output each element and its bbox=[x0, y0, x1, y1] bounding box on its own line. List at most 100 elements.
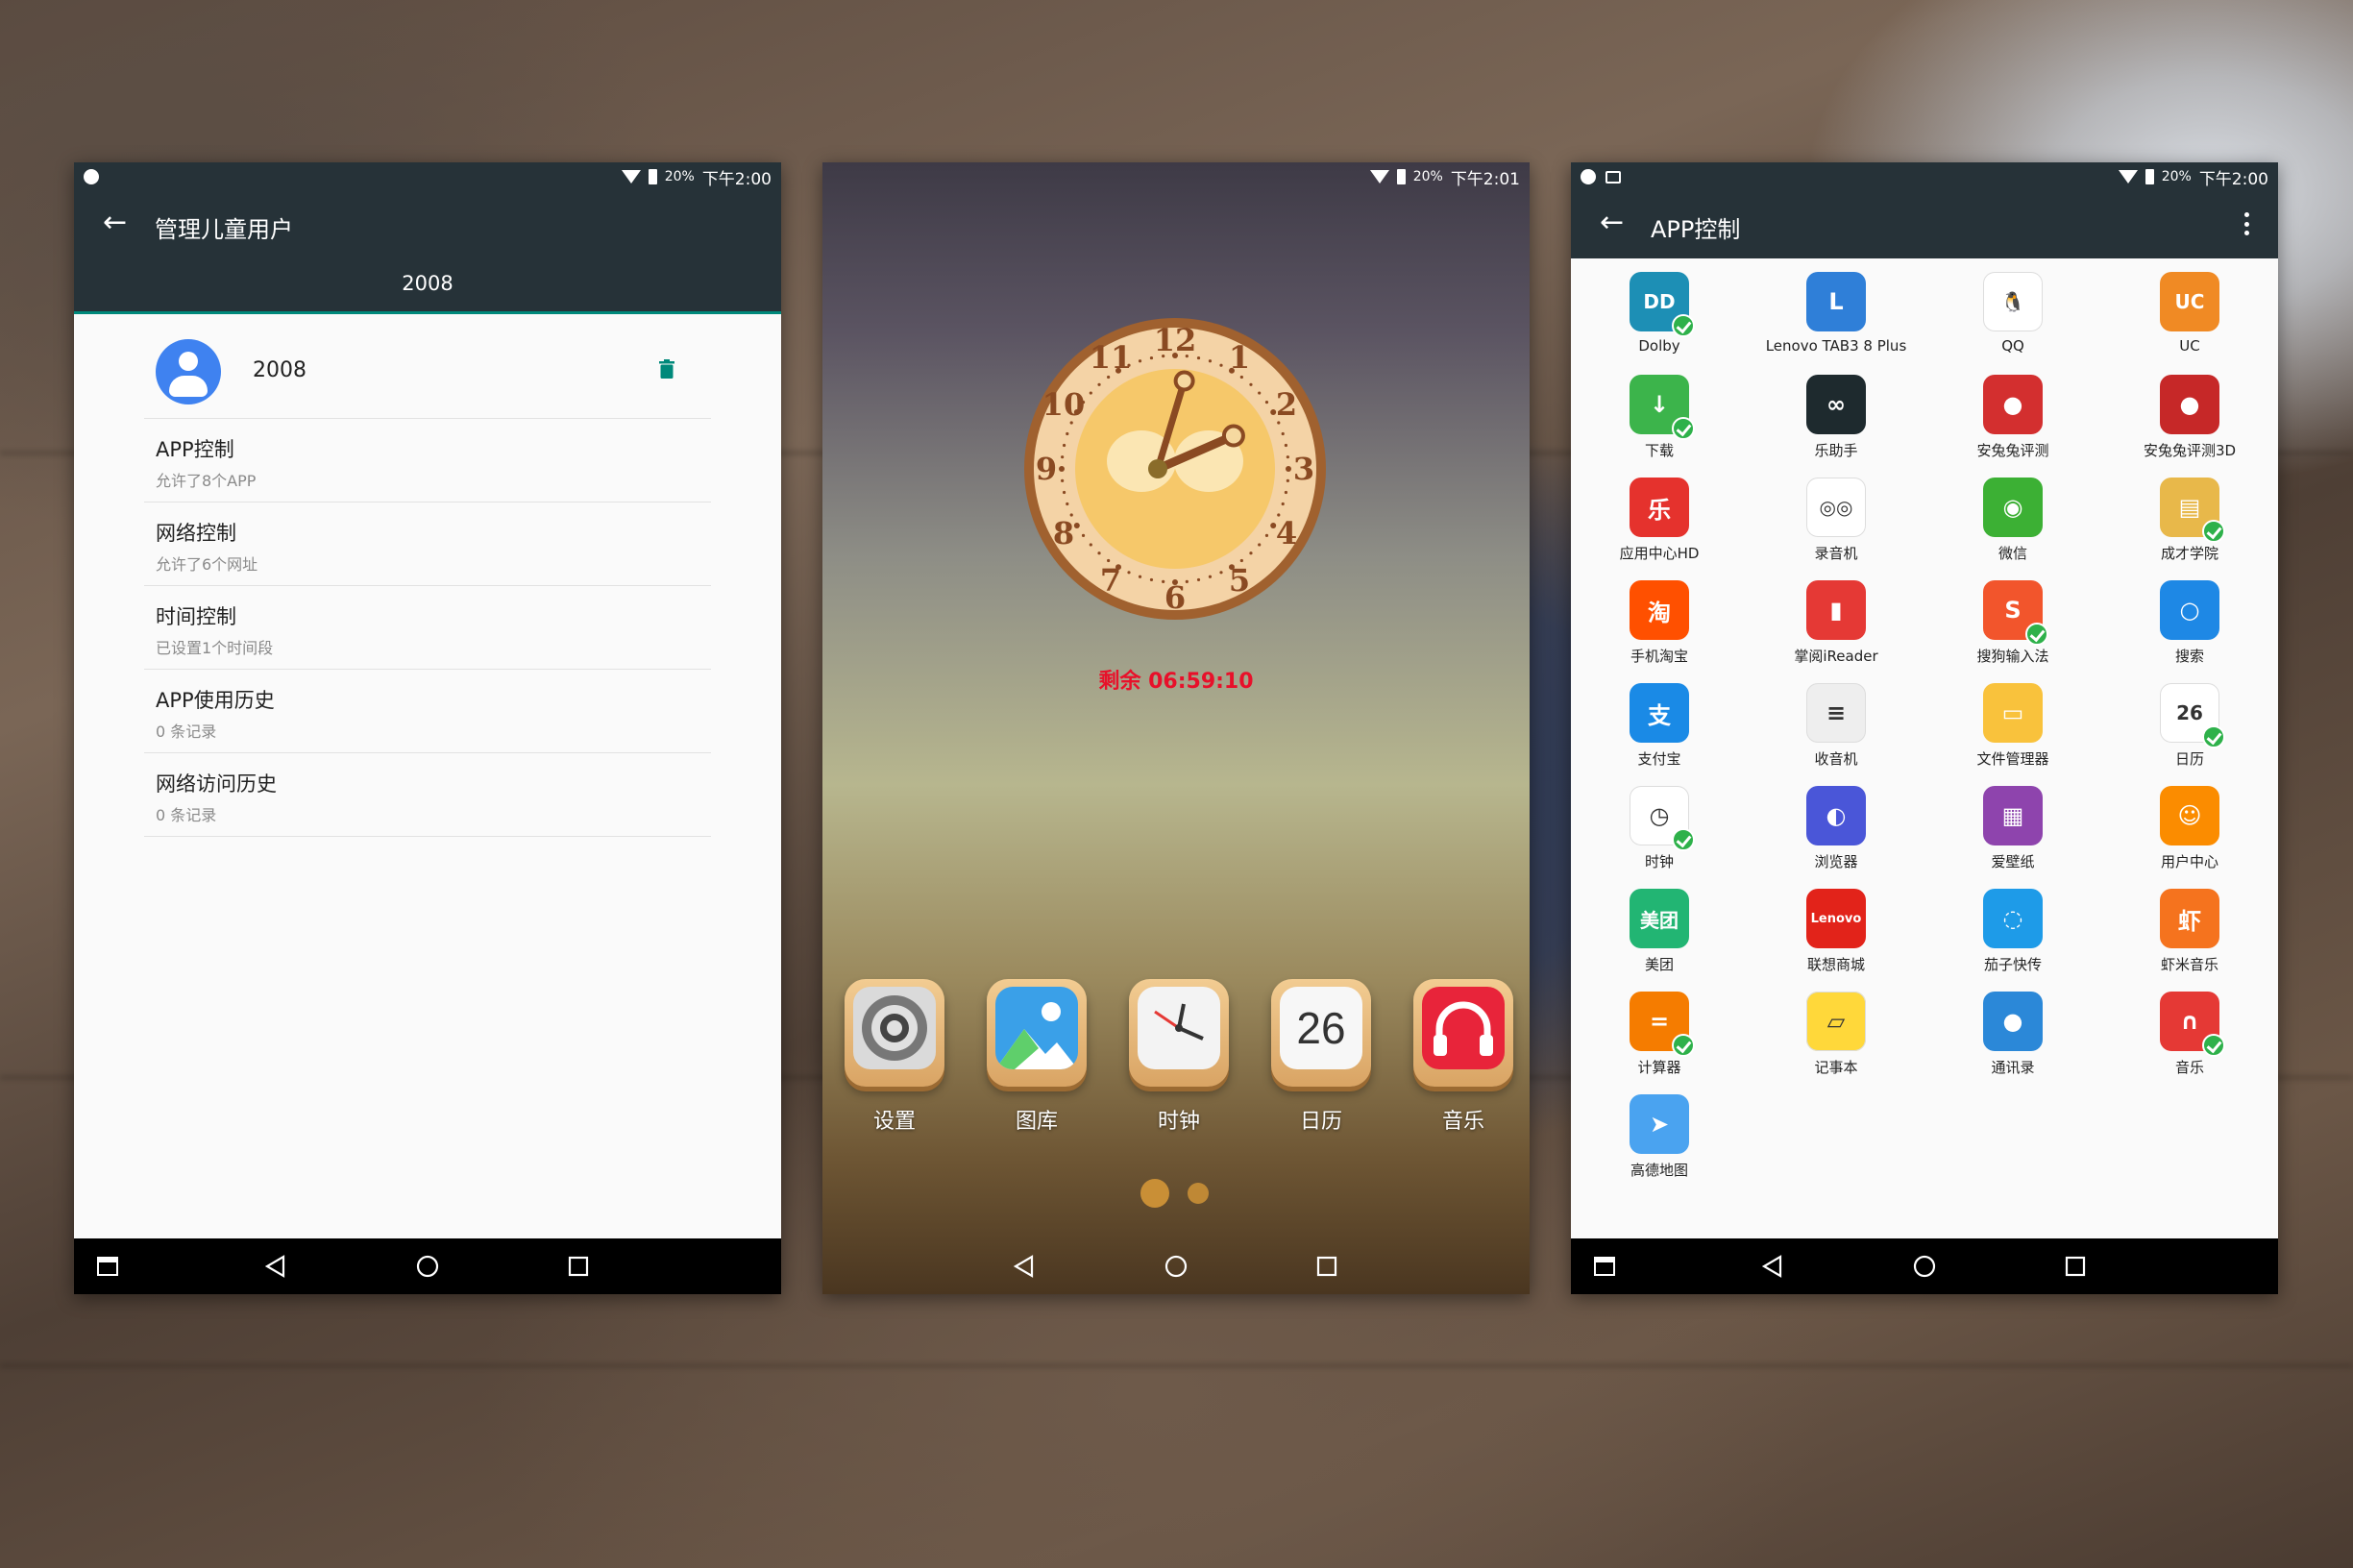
home-icon[interactable] bbox=[413, 1252, 442, 1281]
clock-tick bbox=[1281, 431, 1285, 436]
multiwindow-icon[interactable] bbox=[93, 1252, 122, 1281]
page-title: APP控制 bbox=[1651, 216, 1741, 243]
clock-tick bbox=[1239, 375, 1243, 380]
app-label: 计算器 bbox=[1637, 1059, 1681, 1076]
clock-tick bbox=[1196, 577, 1201, 582]
app-glyph: ➤ bbox=[1649, 1111, 1670, 1138]
back-arrow-icon[interactable]: ← bbox=[103, 208, 127, 237]
dock-app-gallery[interactable]: 图库 bbox=[984, 979, 1090, 1135]
more-options-icon[interactable] bbox=[2244, 212, 2249, 235]
clock-tick bbox=[1062, 443, 1066, 448]
menu-app-control[interactable]: APP控制 允许了8个APP bbox=[144, 419, 711, 502]
page-indicator-active[interactable] bbox=[1140, 1179, 1169, 1208]
app-item[interactable]: ● 安兔兔评测3D bbox=[2101, 367, 2278, 470]
home-icon[interactable] bbox=[1910, 1252, 1939, 1281]
multiwindow-icon[interactable] bbox=[1590, 1252, 1619, 1281]
app-label: 支付宝 bbox=[1637, 750, 1681, 768]
back-icon[interactable] bbox=[261, 1252, 290, 1281]
app-item[interactable]: ≡ 收音机 bbox=[1748, 675, 1924, 778]
battery-icon bbox=[2145, 169, 2154, 184]
delete-icon[interactable] bbox=[659, 359, 674, 379]
allowed-check-icon bbox=[1672, 417, 1695, 440]
app-item[interactable]: 淘手机淘宝 bbox=[1571, 573, 1748, 675]
clock-tick bbox=[1061, 455, 1065, 459]
app-item[interactable]: 支支付宝 bbox=[1571, 675, 1748, 778]
app-glyph: S bbox=[2004, 597, 2022, 624]
app-item[interactable]: 美团 美团 bbox=[1571, 881, 1748, 984]
app-item[interactable]: 26 日历 bbox=[2101, 675, 2278, 778]
clock-tick bbox=[1097, 551, 1101, 555]
clock-numeral: 1 bbox=[1229, 339, 1250, 376]
page-indicator[interactable] bbox=[1188, 1183, 1209, 1204]
recents-icon[interactable] bbox=[2061, 1252, 2090, 1281]
tab-user-2008[interactable]: 2008 bbox=[74, 272, 781, 295]
app-item[interactable]: 虾虾米音乐 bbox=[2101, 881, 2278, 984]
app-glyph: ∩ bbox=[2180, 1008, 2199, 1035]
app-label: 微信 bbox=[1998, 545, 2027, 562]
app-item[interactable]: ◉ 微信 bbox=[1924, 470, 2101, 573]
app-item[interactable]: ● 通讯录 bbox=[1924, 984, 2101, 1087]
app-item[interactable]: ○ 搜索 bbox=[2101, 573, 2278, 675]
clock-numeral: 11 bbox=[1090, 339, 1133, 376]
recents-icon[interactable] bbox=[1312, 1252, 1341, 1281]
dock-app-settings[interactable]: 设置 bbox=[842, 979, 947, 1135]
back-icon[interactable] bbox=[1010, 1252, 1039, 1281]
app-icon: ≡ bbox=[1806, 683, 1866, 743]
app-item[interactable]: Lenovo 联想商城 bbox=[1748, 881, 1924, 984]
app-label: 虾米音乐 bbox=[2160, 956, 2218, 973]
app-glyph: 乐 bbox=[1648, 496, 1671, 524]
dock-app-calendar[interactable]: 26 日历 bbox=[1268, 979, 1374, 1135]
clock-tick bbox=[1219, 363, 1223, 367]
app-item[interactable]: L Lenovo TAB3 8 Plus bbox=[1748, 264, 1924, 367]
dock-label: 设置 bbox=[872, 1110, 916, 1134]
menu-network-control[interactable]: 网络控制 允许了6个网址 bbox=[144, 502, 711, 586]
app-glyph: ◐ bbox=[1826, 802, 1847, 829]
app-item[interactable]: 🐧 QQ bbox=[1924, 264, 2101, 367]
app-item[interactable]: ▤ 成才学院 bbox=[2101, 470, 2278, 573]
app-item[interactable]: ● 安兔兔评测 bbox=[1924, 367, 2101, 470]
app-item[interactable]: ◎◎ 录音机 bbox=[1748, 470, 1924, 573]
recents-icon[interactable] bbox=[564, 1252, 593, 1281]
app-item[interactable]: ▭ 文件管理器 bbox=[1924, 675, 2101, 778]
app-item[interactable]: ▮ 掌阅iReader bbox=[1748, 573, 1924, 675]
back-icon[interactable] bbox=[1758, 1252, 1787, 1281]
app-item[interactable]: ↓ 下载 bbox=[1571, 367, 1748, 470]
app-icon: ☺ bbox=[2160, 786, 2219, 845]
app-item[interactable]: UC UC bbox=[2101, 264, 2278, 367]
app-item[interactable]: ◐ 浏览器 bbox=[1748, 778, 1924, 881]
app-dock: 设置 图库 时钟 26 日历 音乐 bbox=[822, 979, 1530, 1134]
menu-web-history[interactable]: 网络访问历史 0 条记录 bbox=[144, 753, 711, 837]
app-icon: ➤ bbox=[1630, 1094, 1689, 1154]
clock-tick bbox=[1284, 490, 1288, 495]
clock-tick bbox=[1107, 375, 1111, 380]
avatar bbox=[156, 339, 221, 404]
app-item[interactable]: DD Dolby bbox=[1571, 264, 1748, 367]
app-icon: ● bbox=[1983, 992, 2043, 1051]
clock-tick bbox=[1089, 391, 1092, 395]
app-item[interactable]: 乐应用中心HD bbox=[1571, 470, 1748, 573]
app-item[interactable]: ∩ 音乐 bbox=[2101, 984, 2278, 1087]
battery-icon bbox=[1396, 169, 1406, 184]
back-arrow-icon[interactable]: ← bbox=[1600, 208, 1624, 237]
app-item[interactable]: ▦ 爱壁纸 bbox=[1924, 778, 2101, 881]
app-item[interactable]: ∞ 乐助手 bbox=[1748, 367, 1924, 470]
dock-app-clock[interactable]: 时钟 bbox=[1126, 979, 1232, 1135]
app-bar: ← APP控制 bbox=[1571, 191, 2278, 258]
app-icon: ▦ bbox=[1983, 786, 2043, 845]
menu-app-usage-history[interactable]: APP使用历史 0 条记录 bbox=[144, 670, 711, 753]
app-item[interactable]: = 计算器 bbox=[1571, 984, 1748, 1087]
app-item[interactable]: S 搜狗输入法 bbox=[1924, 573, 2101, 675]
app-label: 搜索 bbox=[2174, 648, 2204, 665]
home-icon[interactable] bbox=[1162, 1252, 1190, 1281]
app-item[interactable]: ◌ 茄子快传 bbox=[1924, 881, 2101, 984]
app-item[interactable]: ➤ 高德地图 bbox=[1571, 1087, 1748, 1189]
app-label: 通讯录 bbox=[1991, 1059, 2035, 1076]
app-item[interactable]: ▱ 记事本 bbox=[1748, 984, 1924, 1087]
wifi-icon bbox=[621, 170, 641, 184]
menu-time-control[interactable]: 时间控制 已设置1个时间段 bbox=[144, 586, 711, 670]
dock-app-music[interactable]: 音乐 bbox=[1410, 979, 1516, 1135]
app-icon: ▱ bbox=[1806, 992, 1866, 1051]
app-item[interactable]: ☺ 用户中心 bbox=[2101, 778, 2278, 881]
app-item[interactable]: ◷ 时钟 bbox=[1571, 778, 1748, 881]
user-row[interactable]: 2008 bbox=[144, 317, 711, 419]
